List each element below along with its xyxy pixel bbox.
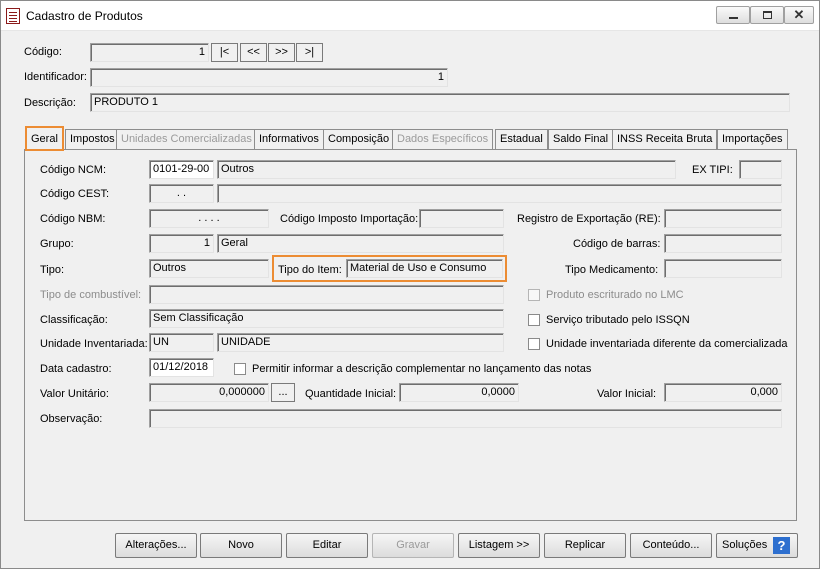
editar-button[interactable]: Editar [286, 533, 368, 558]
valor-unitario-field[interactable]: 0,000000 [149, 383, 269, 402]
descricao-field[interactable]: PRODUTO 1 [90, 93, 790, 112]
alteracoes-button[interactable]: Alterações... [115, 533, 197, 558]
descricao-complementar-checkbox[interactable] [234, 363, 246, 375]
ncm-code-field[interactable]: 0101-29-00 [149, 160, 214, 179]
first-record-button[interactable]: |< [211, 43, 238, 62]
grupo-label: Grupo: [40, 238, 74, 250]
title-bar: Cadastro de Produtos ✕ [1, 1, 819, 31]
unidade-description-field: UNIDADE [217, 333, 504, 352]
solucoes-label: Soluções [722, 539, 768, 551]
imposto-importacao-field[interactable] [419, 209, 504, 228]
registro-exportacao-label: Registro de Exportação (RE): [517, 213, 661, 225]
document-icon [6, 8, 20, 24]
listagem-button[interactable]: Listagem >> [458, 533, 540, 558]
tab-saldo-final[interactable]: Saldo Final [548, 129, 614, 150]
codigo-label: Código: [24, 46, 62, 58]
tab-impostos[interactable]: Impostos [65, 129, 120, 150]
tipo-item-label: Tipo do Item: [278, 264, 342, 276]
minimize-button[interactable] [716, 6, 750, 24]
codigo-field[interactable]: 1 [90, 43, 209, 62]
registro-exportacao-field[interactable] [664, 209, 782, 228]
tab-estadual[interactable]: Estadual [495, 129, 548, 150]
grupo-description-field: Geral [217, 234, 504, 253]
tipo-select[interactable]: Outros [149, 259, 269, 278]
data-cadastro-label: Data cadastro: [40, 363, 112, 375]
unidade-label: Unidade Inventariada: [40, 338, 148, 350]
last-record-button[interactable]: >| [296, 43, 323, 62]
unidade-diferente-label: Unidade inventariada diferente da comerc… [546, 338, 788, 350]
cest-description-field [217, 184, 782, 203]
tab-composicao[interactable]: Composição [323, 129, 395, 150]
classificacao-label: Classificação: [40, 314, 108, 326]
tab-dados-especificos: Dados Específicos [392, 129, 494, 150]
issqn-checkbox[interactable] [528, 314, 540, 326]
ex-tipi-field[interactable] [739, 160, 782, 179]
observacao-label: Observação: [40, 413, 103, 425]
data-cadastro-field[interactable]: 01/12/2018 [149, 358, 214, 377]
identificador-field: 1 [90, 68, 448, 87]
cest-label: Código CEST: [40, 188, 110, 200]
tab-informativos[interactable]: Informativos [254, 129, 324, 150]
imposto-importacao-label: Código Imposto Importação: [280, 213, 419, 225]
replicar-button[interactable]: Replicar [544, 533, 626, 558]
tipo-combustivel-label: Tipo de combustível: [40, 289, 142, 301]
ncm-label: Código NCM: [40, 164, 107, 176]
cest-code-field[interactable]: . . [149, 184, 214, 203]
classificacao-select[interactable]: Sem Classificação [149, 309, 504, 328]
minimize-icon [729, 17, 738, 19]
valor-unitario-ellipsis-button[interactable]: ... [271, 383, 295, 402]
gravar-button: Gravar [372, 533, 454, 558]
help-icon: ? [773, 537, 790, 554]
valor-unitario-label: Valor Unitário: [40, 388, 109, 400]
tipo-medicamento-select[interactable] [664, 259, 782, 278]
tab-geral[interactable]: Geral [25, 126, 64, 151]
nbm-label: Código NBM: [40, 213, 106, 225]
unidade-diferente-checkbox[interactable] [528, 338, 540, 350]
observacao-field[interactable] [149, 409, 782, 428]
codigo-barras-field[interactable] [664, 234, 782, 253]
tab-importacoes[interactable]: Importações [717, 129, 788, 150]
unidade-code-field[interactable]: UN [149, 333, 214, 352]
descricao-label: Descrição: [24, 97, 76, 109]
window-title: Cadastro de Produtos [26, 9, 143, 23]
conteudo-button[interactable]: Conteúdo... [630, 533, 712, 558]
nbm-code-field[interactable]: . . . . [149, 209, 269, 228]
valor-inicial-field[interactable]: 0,000 [664, 383, 782, 402]
identificador-label: Identificador: [24, 71, 87, 83]
close-button[interactable]: ✕ [784, 6, 814, 24]
quantidade-inicial-label: Quantidade Inicial: [305, 388, 397, 400]
novo-button[interactable]: Novo [200, 533, 282, 558]
solucoes-button[interactable]: Soluções ? [716, 533, 798, 558]
descricao-complementar-label: Permitir informar a descrição complement… [252, 363, 592, 375]
lmc-label: Produto escriturado no LMC [546, 289, 684, 301]
lmc-checkbox [528, 289, 540, 301]
product-registration-window: Cadastro de Produtos ✕ Código: 1 |< << >… [0, 0, 820, 569]
tab-inss-receita-bruta[interactable]: INSS Receita Bruta [612, 129, 718, 150]
ex-tipi-label: EX TIPI: [692, 164, 733, 176]
close-icon: ✕ [793, 7, 805, 22]
maximize-icon [763, 11, 772, 19]
grupo-code-field[interactable]: 1 [149, 234, 214, 253]
codigo-barras-label: Código de barras: [573, 238, 661, 250]
issqn-label: Serviço tributado pelo ISSQN [546, 314, 690, 326]
quantidade-inicial-field[interactable]: 0,0000 [399, 383, 519, 402]
tipo-medicamento-label: Tipo Medicamento: [565, 264, 659, 276]
ncm-description-field: Outros [217, 160, 676, 179]
tipo-label: Tipo: [40, 264, 65, 276]
tipo-item-select[interactable]: Material de Uso e Consumo [346, 259, 503, 278]
maximize-button[interactable] [750, 6, 784, 24]
valor-inicial-label: Valor Inicial: [597, 388, 657, 400]
tipo-combustivel-select [149, 285, 504, 304]
next-record-button[interactable]: >> [268, 43, 295, 62]
previous-record-button[interactable]: << [240, 43, 267, 62]
tab-unidades-comercializadas: Unidades Comercializadas [116, 129, 257, 150]
